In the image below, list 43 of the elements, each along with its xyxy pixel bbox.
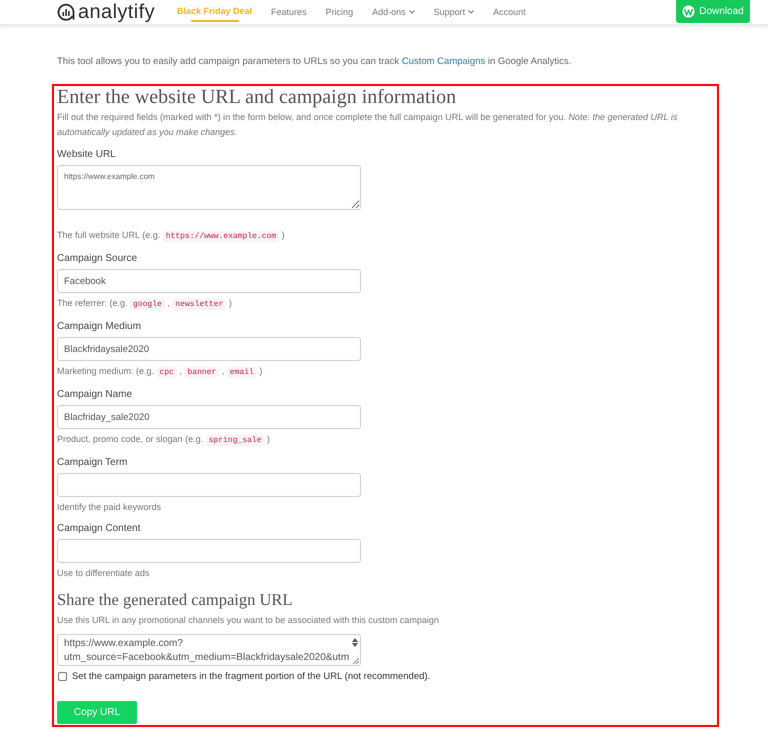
input-field[interactable] xyxy=(57,473,361,497)
help-text: The referrer: (e.g. google , newsletter ) xyxy=(57,297,233,312)
help-text: Marketing medium: (e.g. cpc , banner , email ) xyxy=(57,365,264,380)
help-text: Use to differentiate ads xyxy=(57,567,150,580)
nav-link[interactable]: Support xyxy=(434,6,474,18)
checkbox[interactable] xyxy=(58,672,67,681)
field-label: Campaign Content xyxy=(57,522,142,536)
field-label: Campaign Medium xyxy=(57,320,142,334)
nav-link[interactable]: Features xyxy=(271,6,307,18)
download-button[interactable]: Download xyxy=(676,0,750,23)
nav-link[interactable]: Account xyxy=(493,6,526,18)
checkbox-label: Set the campaign parameters in the fragment portion of the URL (not recommended). xyxy=(72,670,430,683)
share-help-text: Use this URL in any promotional channels you want to be associated with this custom campaign xyxy=(57,614,440,627)
scroll-down-icon[interactable] xyxy=(352,643,358,647)
underline-icon xyxy=(190,20,238,22)
input-field[interactable]: Blackfridaysale2020 xyxy=(57,337,361,361)
input-field[interactable] xyxy=(57,539,361,563)
help-text: The full website URL (e.g. https://www.example.com ) xyxy=(57,229,286,244)
form-description: Fill out the required fields (marked with *) in the form below, and once complete the full campaign URL will be generated for you. Note: the generated URL is automatically updated as you make changes. xyxy=(57,111,678,139)
custom-campaigns-link[interactable]: Custom Campaigns xyxy=(402,56,486,67)
field-label: Campaign Term xyxy=(57,456,128,470)
logo-text: analytify xyxy=(78,1,155,23)
nav-link[interactable]: Add-ons xyxy=(372,6,415,18)
generated-url-field[interactable]: https://www.example.com? utm_source=Facebook&utm_medium=Blackfridaysale2020&utm xyxy=(57,634,361,666)
share-title: Share the generated campaign URL xyxy=(57,590,294,609)
chevron-down-icon xyxy=(468,10,474,14)
input-field[interactable]: Facebook xyxy=(57,269,361,293)
textarea-field[interactable]: https://www.example.com xyxy=(57,165,361,210)
field-label: Website URL xyxy=(57,148,117,162)
chevron-down-icon xyxy=(408,10,415,14)
form-title: Enter the website URL and campaign information xyxy=(57,86,458,108)
scroll-up-icon[interactable] xyxy=(352,638,358,642)
help-text: Product, promo code, or slogan (e.g. spring_sale ) xyxy=(57,433,271,448)
resize-grip-icon[interactable] xyxy=(352,657,359,664)
help-text: Identify the paid keywords xyxy=(57,501,162,514)
generated-url-text: https://www.example.com? utm_source=Facebook&utm_medium=Blackfridaysale2020&utm xyxy=(63,637,350,665)
w-circle-icon xyxy=(682,5,696,18)
intro-text: This tool allows you to easily add campaign parameters to URLs so you can track Custom Campaigns in Google Analytics. xyxy=(57,55,572,68)
field-label: Campaign Name xyxy=(57,388,134,402)
field-label: Campaign Source xyxy=(57,252,138,266)
nav-link[interactable]: Pricing xyxy=(326,6,354,18)
logo-icon xyxy=(57,3,75,21)
input-field[interactable]: Blacfriday_sale2020 xyxy=(57,405,361,429)
